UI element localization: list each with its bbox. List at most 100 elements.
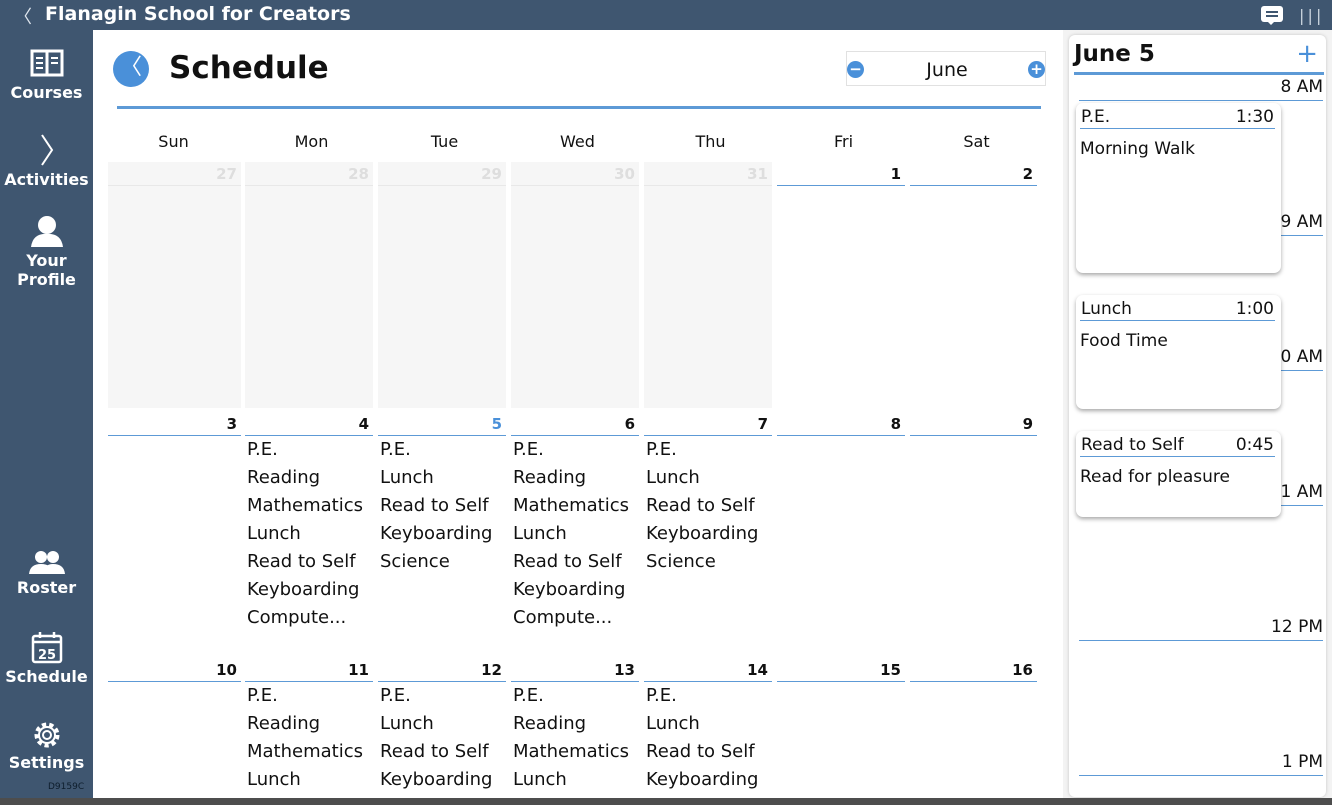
day-divider [108, 185, 241, 186]
plus-icon[interactable]: + [1296, 39, 1318, 69]
calendar-day-cell[interactable]: 16 [910, 658, 1037, 798]
calendar-day-cell[interactable]: 14 P.E. Lunch Read to Self Keyboarding [644, 658, 772, 798]
calendar-event[interactable]: Lunch [646, 467, 700, 488]
calendar-event[interactable]: Mathematics [247, 495, 363, 516]
day-number: 15 [880, 661, 901, 679]
day-divider [644, 185, 772, 186]
next-month-icon[interactable]: + [1028, 61, 1045, 78]
event-card[interactable]: Lunch 1:00 Food Time [1076, 295, 1281, 409]
nav-activities[interactable]: Activities [0, 133, 93, 189]
calendar-day-cell[interactable]: 1 [777, 162, 905, 408]
calendar-event[interactable]: Keyboarding [646, 769, 758, 790]
calendar-event[interactable]: Mathematics [513, 495, 629, 516]
calendar-day-cell[interactable]: 30 [511, 162, 639, 408]
day-divider [245, 435, 373, 436]
calendar-event[interactable]: Lunch [513, 769, 567, 790]
day-divider [511, 185, 639, 186]
calendar-event[interactable]: Keyboarding [380, 769, 492, 790]
calendar-day-cell[interactable]: 12 P.E. Lunch Read to Self Keyboarding [378, 658, 506, 798]
person-icon [30, 216, 63, 247]
calendar-day-cell[interactable]: 9 [910, 412, 1037, 654]
calendar-day-cell[interactable]: 13 P.E. Reading Mathematics Lunch [511, 658, 639, 798]
day-number: 5 [491, 415, 502, 433]
day-divider [378, 681, 506, 682]
calendar-event[interactable]: Lunch [247, 769, 301, 790]
calendar-event[interactable]: P.E. [646, 685, 677, 706]
calendar-day-cell[interactable]: 6 P.E. Reading Mathematics Lunch Read to Self… [511, 412, 639, 654]
nav-settings-label: Settings [8, 753, 85, 772]
calendar-event[interactable]: Lunch [380, 713, 434, 734]
calendar-day-cell[interactable]: 11 P.E. Reading Mathematics Lunch [245, 658, 373, 798]
calendar-day-cell[interactable]: 8 [777, 412, 905, 654]
calendar-event[interactable]: Science [380, 551, 450, 572]
nav-profile-label: Your Profile [17, 251, 76, 289]
chat-icon[interactable] [1261, 6, 1283, 25]
event-card[interactable]: Read to Self 0:45 Read for pleasure [1076, 431, 1281, 517]
nav-profile[interactable]: Your Profile [0, 214, 93, 289]
calendar-day-cell[interactable]: 7 P.E. Lunch Read to Self Keyboarding Science [644, 412, 772, 654]
day-number: 12 [481, 661, 502, 679]
nav-courses[interactable]: Courses [0, 48, 93, 102]
calendar-event[interactable]: Read to Self [646, 741, 755, 762]
calendar-day-cell[interactable]: 15 [777, 658, 905, 798]
calendar-event[interactable]: Compute... [513, 607, 612, 628]
calendar-event[interactable]: P.E. [247, 685, 278, 706]
event-description: Morning Walk [1080, 139, 1195, 159]
schedule-main: 〈 Schedule − June + Sun Mon Tue Wed Thu Fri Sa… [93, 30, 1063, 805]
hour-label: 8 AM [1079, 77, 1323, 101]
calendar-event[interactable]: Lunch [513, 523, 567, 544]
schedule-back-button[interactable]: 〈 [113, 51, 149, 87]
calendar-event[interactable]: P.E. [380, 685, 411, 706]
calendar-day-cell[interactable]: 4 P.E. Reading Mathematics Lunch Read to Self… [245, 412, 373, 654]
calendar-event[interactable]: P.E. [513, 685, 544, 706]
calendar-event[interactable]: Read to Self [247, 551, 356, 572]
calendar-event[interactable]: Read to Self [380, 741, 489, 762]
calendar-event[interactable]: P.E. [646, 439, 677, 460]
calendar-event[interactable]: Compute... [247, 607, 346, 628]
calendar-event[interactable]: Reading [247, 467, 320, 488]
calendar-event[interactable]: Keyboarding [380, 523, 492, 544]
calendar-event[interactable]: P.E. [380, 439, 411, 460]
calendar-day-cell[interactable]: 27 [108, 162, 241, 408]
nav-roster-label: Roster [16, 578, 77, 597]
event-card[interactable]: P.E. 1:30 Morning Walk [1076, 103, 1281, 273]
event-card-header: Lunch 1:00 [1080, 299, 1275, 321]
calendar-event[interactable]: Science [646, 551, 716, 572]
calendar-day-cell[interactable]: 10 [108, 658, 241, 798]
calendar-day-cell[interactable]: 29 [378, 162, 506, 408]
weekday-label: Thu [695, 132, 726, 151]
nav-schedule[interactable]: 25 Schedule [0, 631, 93, 686]
calendar-event[interactable]: Reading [513, 467, 586, 488]
calendar-day-cell[interactable]: 31 [644, 162, 772, 408]
day-divider [910, 185, 1037, 186]
event-card-header: Read to Self 0:45 [1080, 435, 1275, 457]
calendar-event[interactable]: Read to Self [513, 551, 622, 572]
bars-icon[interactable]: | | | [1299, 6, 1321, 25]
back-chevron-icon[interactable]: 〈 [14, 3, 32, 29]
calendar-event[interactable]: Keyboarding [513, 579, 625, 600]
calendar-day-cell[interactable]: 5 P.E. Lunch Read to Self Keyboarding Science [378, 412, 506, 654]
calendar-icon: 25 [31, 632, 62, 664]
calendar-event[interactable]: Mathematics [247, 741, 363, 762]
calendar-event[interactable]: Lunch [380, 467, 434, 488]
calendar-event[interactable]: Lunch [247, 523, 301, 544]
day-number: 2 [1022, 165, 1033, 183]
calendar-event[interactable]: P.E. [513, 439, 544, 460]
day-divider [644, 435, 772, 436]
calendar-event[interactable]: Read to Self [380, 495, 489, 516]
day-number: 28 [348, 165, 369, 183]
calendar-event[interactable]: Reading [513, 713, 586, 734]
calendar-event[interactable]: Read to Self [646, 495, 755, 516]
nav-roster[interactable]: Roster [0, 549, 93, 597]
calendar-event[interactable]: Mathematics [513, 741, 629, 762]
nav-settings[interactable]: Settings [0, 720, 93, 772]
calendar-event[interactable]: Lunch [646, 713, 700, 734]
calendar-event[interactable]: Reading [247, 713, 320, 734]
calendar-day-cell[interactable]: 2 [910, 162, 1037, 408]
calendar-event[interactable]: P.E. [247, 439, 278, 460]
calendar-day-cell[interactable]: 3 [108, 412, 241, 654]
calendar-event[interactable]: Keyboarding [646, 523, 758, 544]
calendar-event[interactable]: Keyboarding [247, 579, 359, 600]
day-divider [511, 435, 639, 436]
calendar-day-cell[interactable]: 28 [245, 162, 373, 408]
